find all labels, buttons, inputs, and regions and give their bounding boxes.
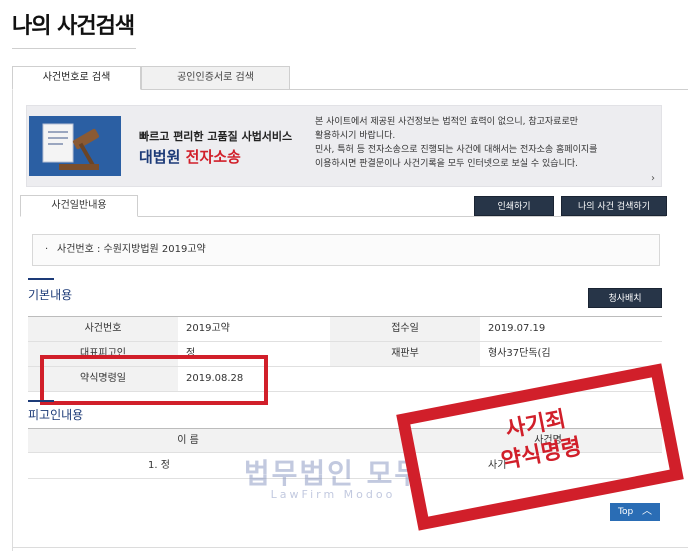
courtroom-layout-button[interactable]: 청사배치 <box>588 288 662 308</box>
brand-ecourt: 전자소송 <box>185 148 241 166</box>
watermark-main: 법무법인 모두 <box>243 457 423 490</box>
table-header-cell: 재판부 <box>330 342 480 366</box>
firm-watermark: 법무법인 모두 LawFirm Modoo <box>238 452 428 501</box>
ecourt-banner[interactable]: 빠르고 편리한 고품질 사법서비스 대법원 전자소송 본 사이트에서 제공된 사… <box>26 105 662 187</box>
notice-line: 본 사이트에서 제공된 사건정보는 법적인 효력이 없으니, 참고자료로만 <box>315 117 579 127</box>
table-header-cell <box>330 367 480 391</box>
notice-line: 민사, 특허 등 전자소송으로 진행되는 사건에 대해서는 전자소송 홈페이지를 <box>315 145 598 155</box>
notice-line: 이용하시면 판결문이나 사건기록을 모두 인터넷으로 보실 수 있습니다. <box>315 159 579 169</box>
table-cell: 형사37단독(김 <box>488 348 551 359</box>
my-case-search-button[interactable]: 나의 사건 검색하기 <box>561 196 667 216</box>
search-tabs: 사건번호로 검색 공인인증서로 검색 <box>12 66 686 90</box>
column-header-name: 이 름 <box>177 435 199 446</box>
title-divider <box>12 48 136 49</box>
table-cell: 2019.07.19 <box>488 323 546 334</box>
bottom-divider <box>12 547 688 548</box>
tab-case-general[interactable]: 사건일반내용 <box>20 195 138 217</box>
chevron-up-icon: ︿ <box>642 506 652 517</box>
section-marker <box>28 400 54 402</box>
table-row: 사건번호 2019고약 접수일 2019.07.19 <box>28 317 662 342</box>
gavel-document-icon <box>29 116 121 176</box>
highlight-box <box>40 355 268 405</box>
table-header-cell: 사건번호 <box>28 317 178 341</box>
table-header-cell: 접수일 <box>330 317 480 341</box>
case-number-box: · 사건번호 : 수원지방법원 2019고약 <box>32 234 660 266</box>
scroll-top-button[interactable]: Top ︿ <box>610 503 660 521</box>
banner-subtitle: 빠르고 편리한 고품질 사법서비스 <box>139 130 293 143</box>
page-title: 나의 사건검색 <box>12 14 135 39</box>
brand-supreme-court: 대법원 <box>139 148 181 166</box>
basic-section-title: 기본내용 <box>28 288 73 302</box>
notice-line: 활용하시기 바랍니다. <box>315 131 396 141</box>
case-number-text: 사건번호 : 수원지방법원 2019고약 <box>57 244 206 255</box>
tab-case-number[interactable]: 사건번호로 검색 <box>12 66 141 90</box>
bullet-icon: · <box>45 244 49 255</box>
defendant-section-title: 피고인내용 <box>28 408 84 422</box>
banner-notice: 본 사이트에서 제공된 사건정보는 법적인 효력이 없으니, 참고자료로만 활용… <box>315 116 661 172</box>
top-label: Top <box>618 507 634 517</box>
defendant-name: 1. 정 <box>148 460 170 471</box>
print-button[interactable]: 인쇄하기 <box>474 196 554 216</box>
banner-brand: 대법원 전자소송 <box>139 146 292 167</box>
table-cell: 2019고약 <box>186 323 230 334</box>
section-marker <box>28 278 54 280</box>
tab-certificate[interactable]: 공인인증서로 검색 <box>141 66 290 90</box>
chevron-right-icon: › <box>651 173 655 184</box>
